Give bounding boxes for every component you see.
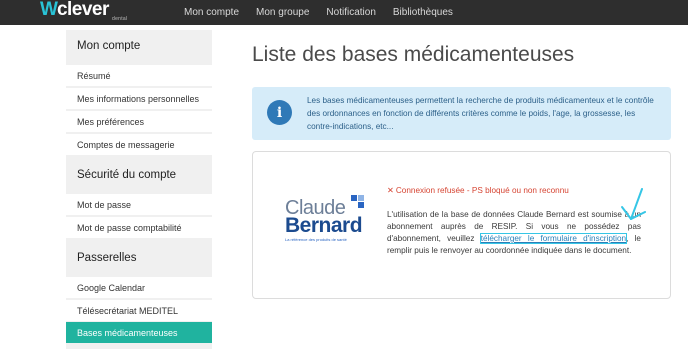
error-message: ✕ Connexion refusée - PS bloqué ou non re… [387, 185, 569, 195]
sidebar-section-securite: Sécurité du compte [77, 169, 177, 181]
sidebar-section-passerelles: Passerelles [77, 252, 137, 264]
logo-line-bernard: Bernard [285, 214, 363, 237]
sidebar: Mon compte Résumé Mes informations perso… [66, 30, 212, 349]
info-text: Les bases médicamenteuses permettent la … [307, 96, 654, 131]
annotation-arrow-icon [621, 188, 646, 220]
download-form-link[interactable]: télécharger le formulaire d'inscription [479, 233, 628, 244]
sidebar-item-preferences[interactable]: Mes préférences [66, 111, 212, 132]
info-alert: i Les bases médicamenteuses permettent l… [252, 87, 671, 140]
nav-notification[interactable]: Notification [326, 7, 375, 18]
card-description: L'utilisation de la base de données Clau… [387, 209, 641, 257]
top-navbar: W clever dental Mon compte Mon groupe No… [0, 0, 688, 25]
page-title: Liste des bases médicamenteuses [252, 43, 575, 66]
brand-sub: dental [112, 16, 128, 22]
sidebar-item-mot-de-passe-compta[interactable]: Mot de passe comptabilité [66, 217, 212, 238]
logo-square-icon [358, 202, 364, 208]
logo-square-icon [358, 195, 364, 201]
error-x-icon: ✕ [387, 186, 394, 195]
claude-bernard-logo: Claude Bernard La référence des produits… [285, 195, 365, 246]
logo-tagline: La référence des produits de santé [285, 237, 347, 242]
sidebar-item-informations[interactable]: Mes informations personnelles [66, 88, 212, 109]
claude-bernard-card: Claude Bernard La référence des produits… [252, 151, 671, 299]
error-text: Connexion refusée - PS bloqué ou non rec… [395, 186, 569, 195]
sidebar-item-messagerie[interactable]: Comptes de messagerie [66, 134, 212, 155]
nav-mon-compte[interactable]: Mon compte [184, 7, 239, 18]
nav-bibliotheques[interactable]: Bibliothèques [393, 7, 453, 18]
sidebar-item-meditel[interactable]: Télésecrétariat MEDITEL [66, 300, 212, 321]
sidebar-item-resume[interactable]: Résumé [66, 65, 212, 86]
nav-mon-groupe[interactable]: Mon groupe [256, 7, 309, 18]
sidebar-item-google-calendar[interactable]: Google Calendar [66, 277, 212, 298]
logo-square-icon [351, 195, 357, 201]
brand-logo[interactable]: W clever dental [40, 0, 127, 25]
sidebar-section-mon-compte: Mon compte [77, 40, 141, 52]
brand-mark: W [40, 0, 58, 20]
info-icon: i [267, 100, 292, 125]
brand-name: clever [56, 0, 109, 20]
sidebar-item-mot-de-passe[interactable]: Mot de passe [66, 194, 212, 215]
sidebar-item-bases-medicamenteuses[interactable]: Bases médicamenteuses [66, 322, 212, 343]
nav-links: Mon compte Mon groupe Notification Bibli… [184, 0, 470, 25]
